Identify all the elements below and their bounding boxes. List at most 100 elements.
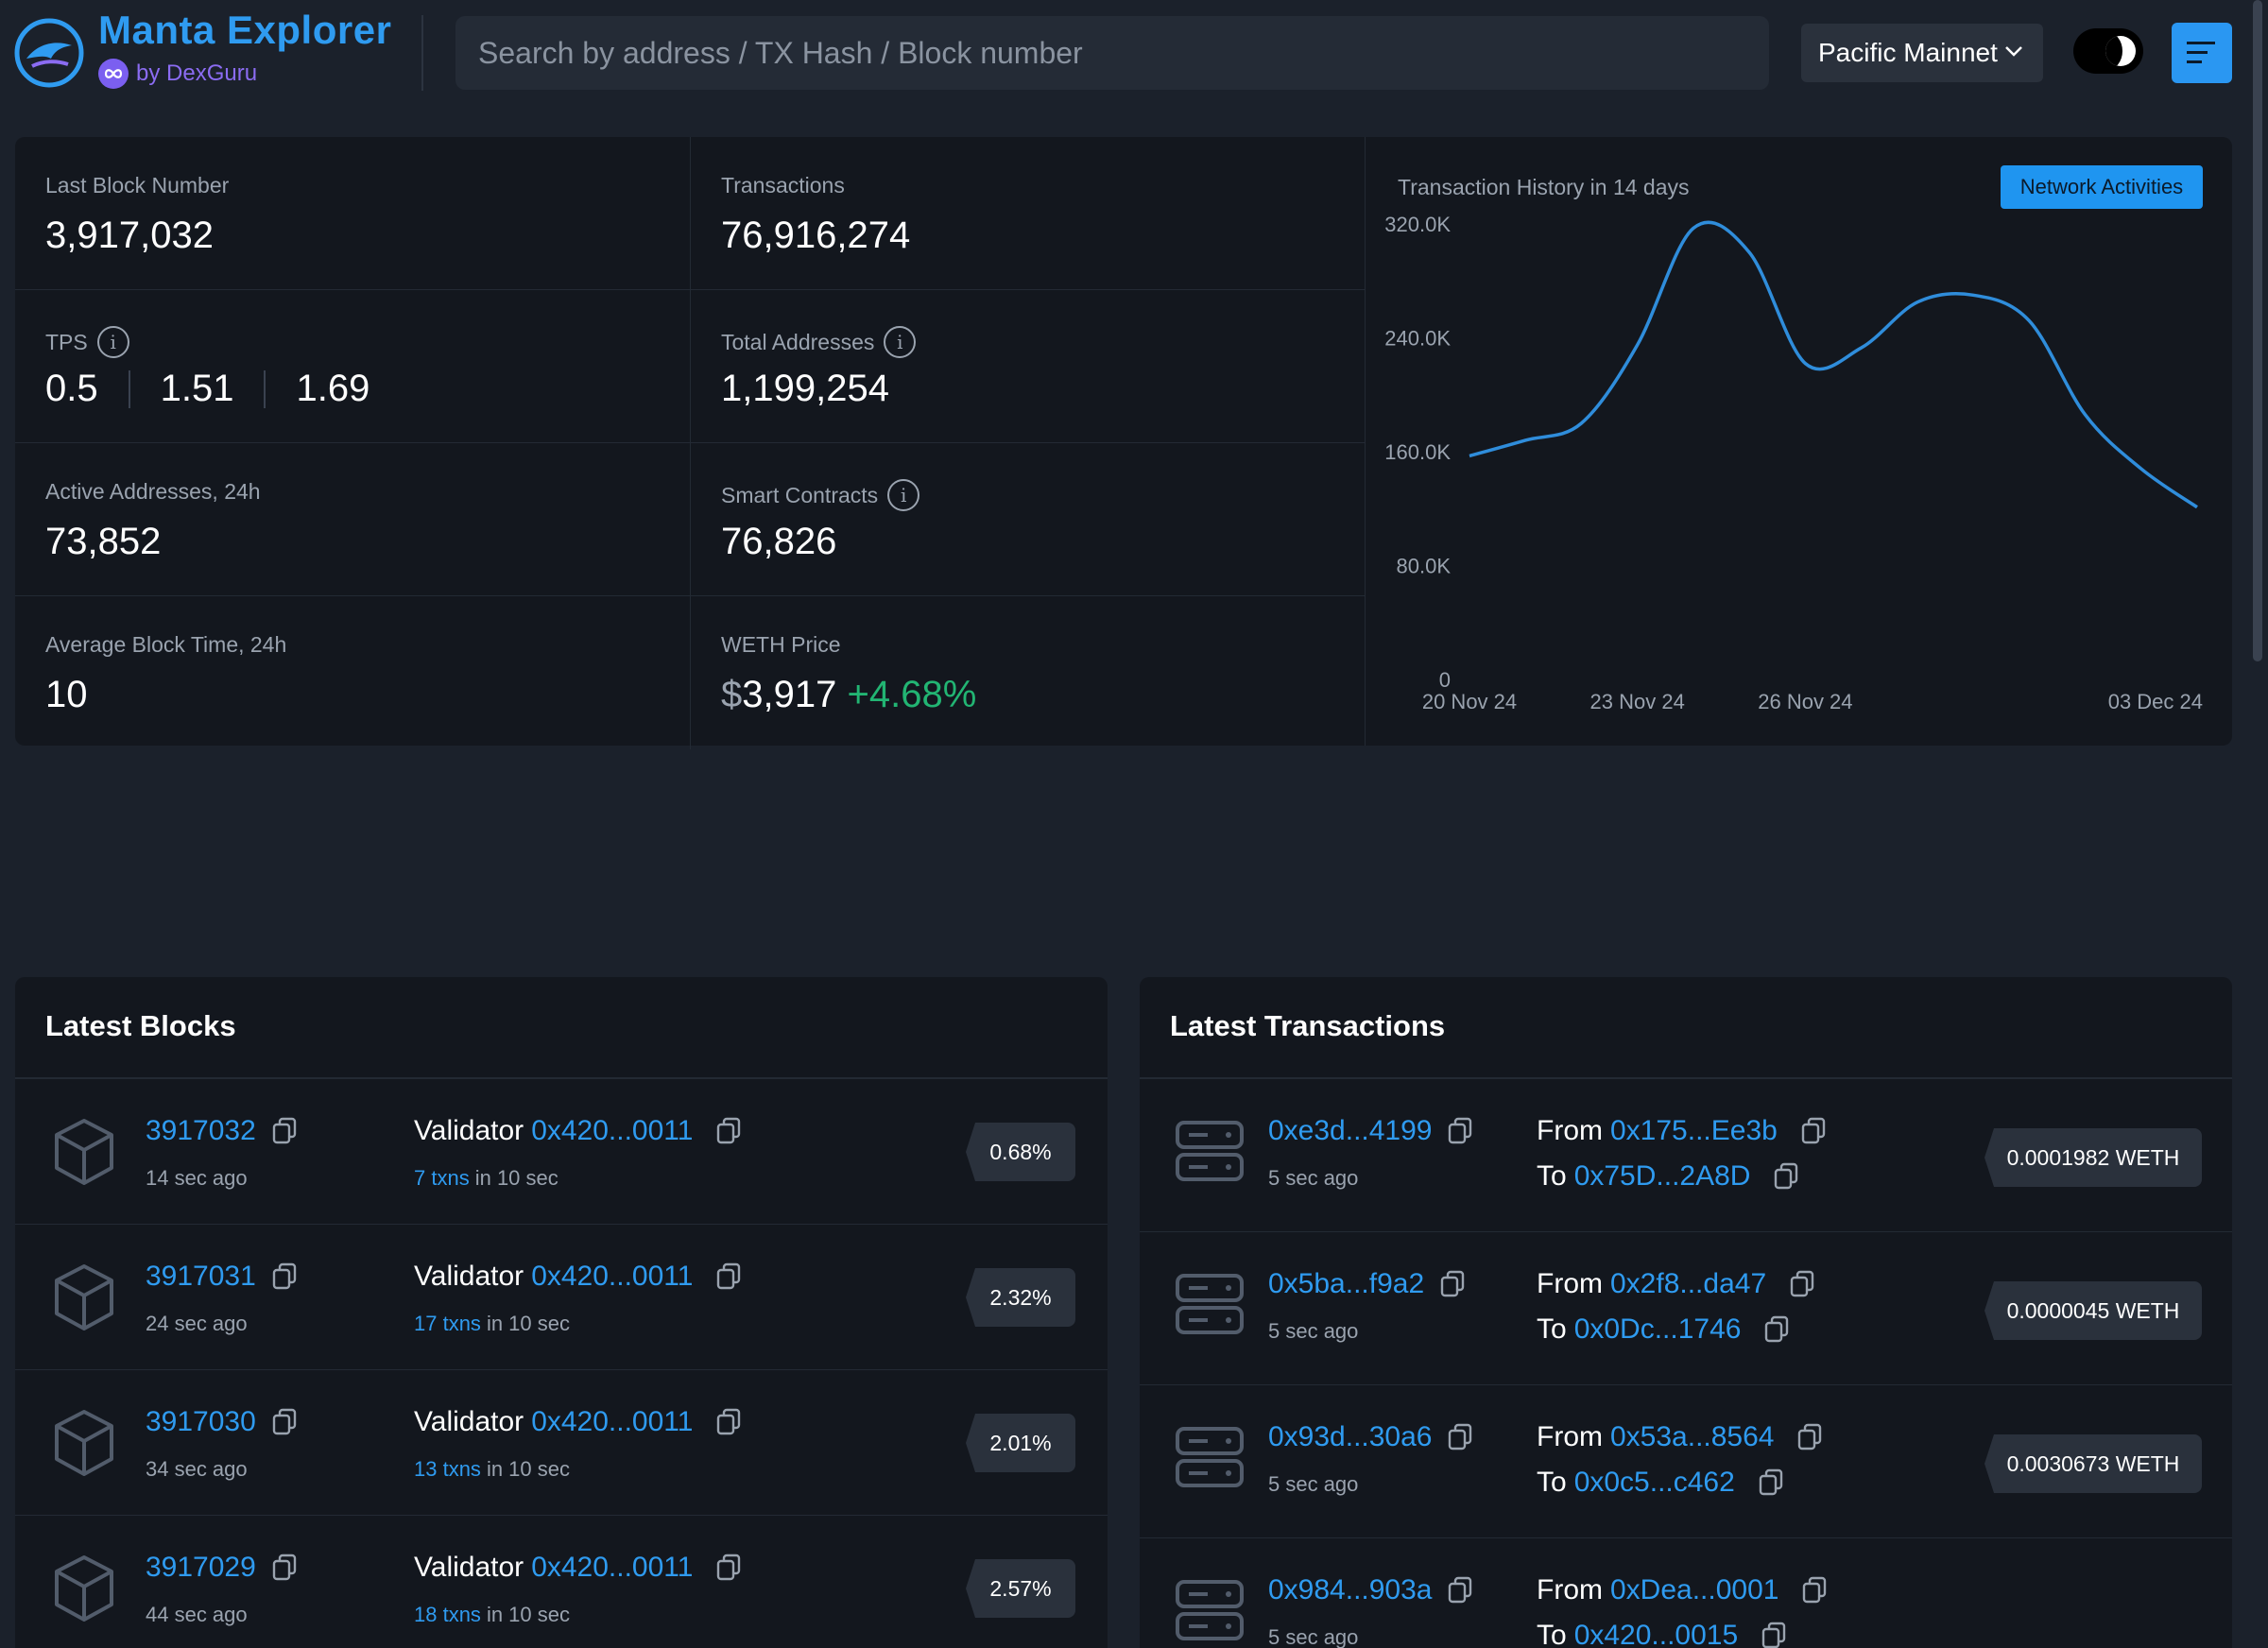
tx-hash[interactable]: 0x5ba...f9a2 — [1268, 1268, 1424, 1300]
to-label: To — [1537, 1160, 1567, 1192]
latest-transactions-panel: Latest Transactions 0xe3d...4199 5 sec ag… — [1140, 977, 2232, 1648]
data-point[interactable] — [1964, 285, 1983, 304]
theme-toggle[interactable] — [2073, 28, 2143, 74]
info-icon[interactable]: i — [96, 326, 129, 358]
stat-label: Transactions — [721, 173, 845, 197]
data-point[interactable] — [1908, 293, 1927, 312]
to-address-link[interactable]: 0x420...0015 — [1574, 1620, 1738, 1648]
latest-transactions-title: Latest Transactions — [1170, 1009, 1446, 1042]
data-point[interactable] — [1684, 219, 1703, 238]
copy-icon[interactable] — [715, 1408, 742, 1436]
tx-value-badge: 0.0000045 WETH — [1984, 1281, 2202, 1340]
block-txns-link[interactable]: 17 txns — [414, 1312, 481, 1335]
validator-label: Validator — [414, 1552, 524, 1583]
validator-label: Validator — [414, 1261, 524, 1292]
info-icon[interactable]: i — [884, 326, 917, 358]
from-address-link[interactable]: 0x2f8...da47 — [1610, 1268, 1766, 1300]
copy-icon[interactable] — [1447, 1117, 1473, 1145]
copy-icon[interactable] — [1800, 1117, 1827, 1145]
to-address-link[interactable]: 0x75D...2A8D — [1574, 1160, 1751, 1193]
copy-icon[interactable] — [271, 1408, 298, 1436]
from-label: From — [1537, 1115, 1603, 1146]
block-number-link[interactable]: 3917030 — [146, 1406, 298, 1438]
block-txns-link[interactable]: 13 txns — [414, 1457, 481, 1481]
copy-icon[interactable] — [1801, 1576, 1828, 1605]
stat-label-text: TPS — [45, 329, 88, 354]
series-line[interactable] — [1469, 220, 2198, 509]
data-point[interactable] — [1796, 354, 1814, 373]
scrollbar-thumb[interactable] — [2253, 0, 2262, 661]
block-txns-link[interactable]: 18 txns — [414, 1603, 481, 1626]
data-point[interactable] — [1460, 447, 1479, 466]
validator-label: Validator — [414, 1115, 524, 1146]
data-point[interactable] — [1516, 431, 1535, 450]
copy-icon[interactable] — [271, 1117, 298, 1145]
data-point[interactable] — [1628, 335, 1647, 354]
validator-address-link[interactable]: 0x420...0011 — [531, 1261, 693, 1293]
block-number-link[interactable]: 3917032 — [146, 1115, 298, 1147]
header: Manta Explorer by DexGuru Pacific Mainne… — [0, 0, 2249, 105]
network-select[interactable]: Pacific Mainnet — [1801, 24, 2043, 82]
from-address-link[interactable]: 0xDea...0001 — [1610, 1574, 1778, 1606]
block-number[interactable]: 3917029 — [146, 1552, 256, 1584]
validator-line: Validator 0x420...0011 — [414, 1552, 742, 1584]
tx-hash-link[interactable]: 0x93d...30a6 — [1268, 1421, 1473, 1453]
manta-logo-icon[interactable] — [13, 17, 85, 89]
block-number[interactable]: 3917032 — [146, 1115, 256, 1147]
block-cube-icon — [51, 1408, 117, 1483]
copy-icon[interactable] — [715, 1554, 742, 1582]
data-point[interactable] — [1852, 338, 1871, 357]
copy-icon[interactable] — [715, 1262, 742, 1291]
block-txns-link[interactable]: 7 txns — [414, 1166, 470, 1190]
copy-icon[interactable] — [1773, 1162, 1799, 1191]
copy-icon[interactable] — [1789, 1270, 1815, 1298]
block-number-link[interactable]: 3917031 — [146, 1261, 298, 1293]
block-number-link[interactable]: 3917029 — [146, 1552, 298, 1584]
tx-hash[interactable]: 0x984...903a — [1268, 1574, 1432, 1606]
copy-icon[interactable] — [271, 1554, 298, 1582]
block-cube-icon — [51, 1117, 117, 1192]
copy-icon[interactable] — [715, 1117, 742, 1145]
search-input[interactable] — [455, 16, 1769, 90]
tx-hash-link[interactable]: 0x5ba...f9a2 — [1268, 1268, 1466, 1300]
tx-hash[interactable]: 0x93d...30a6 — [1268, 1421, 1432, 1453]
info-icon[interactable]: i — [887, 479, 920, 511]
copy-icon[interactable] — [1761, 1622, 1787, 1648]
copy-icon[interactable] — [1758, 1468, 1784, 1497]
block-txns-suffix: in 10 sec — [486, 1312, 570, 1335]
copy-icon[interactable] — [1447, 1576, 1473, 1605]
tx-hash-link[interactable]: 0xe3d...4199 — [1268, 1115, 1473, 1147]
from-address-link[interactable]: 0x175...Ee3b — [1610, 1115, 1778, 1147]
validator-address-link[interactable]: 0x420...0011 — [531, 1406, 693, 1438]
validator-address-link[interactable]: 0x420...0011 — [531, 1115, 693, 1147]
block-number[interactable]: 3917031 — [146, 1261, 256, 1293]
from-address-link[interactable]: 0x53a...8564 — [1610, 1421, 1774, 1453]
tx-hash[interactable]: 0xe3d...4199 — [1268, 1115, 1432, 1147]
brand-subtitle[interactable]: by DexGuru — [98, 59, 257, 89]
copy-icon[interactable] — [1447, 1423, 1473, 1451]
data-point[interactable] — [2076, 405, 2095, 424]
to-address-link[interactable]: 0x0c5...c462 — [1574, 1467, 1735, 1499]
stat-value[interactable]: 3,917,032 — [45, 215, 214, 257]
data-point[interactable] — [1740, 243, 1759, 262]
validator-address-link[interactable]: 0x420...0011 — [531, 1552, 693, 1584]
stats-panel: Last Block Number 3,917,032 Transactions… — [15, 137, 2232, 749]
stat-label: Smart Contracts i — [721, 479, 920, 511]
data-point[interactable] — [2188, 498, 2207, 517]
copy-icon[interactable] — [1439, 1270, 1466, 1298]
y-tick-label: 160.0K — [1384, 440, 1451, 464]
menu-button[interactable] — [2172, 23, 2232, 83]
tps-value-1: 0.5 — [45, 368, 98, 409]
server-icon — [1174, 1578, 1246, 1647]
copy-icon[interactable] — [271, 1262, 298, 1291]
brand-title[interactable]: Manta Explorer — [98, 8, 391, 53]
copy-icon[interactable] — [1796, 1423, 1823, 1451]
tx-hash-link[interactable]: 0x984...903a — [1268, 1574, 1473, 1606]
data-point[interactable] — [2019, 311, 2038, 330]
data-point[interactable] — [1572, 414, 1590, 433]
data-point[interactable] — [2132, 459, 2151, 478]
to-address-link[interactable]: 0x0Dc...1746 — [1574, 1313, 1742, 1346]
page-scrollbar[interactable] — [2249, 0, 2268, 1648]
copy-icon[interactable] — [1763, 1315, 1790, 1344]
block-number[interactable]: 3917030 — [146, 1406, 256, 1438]
